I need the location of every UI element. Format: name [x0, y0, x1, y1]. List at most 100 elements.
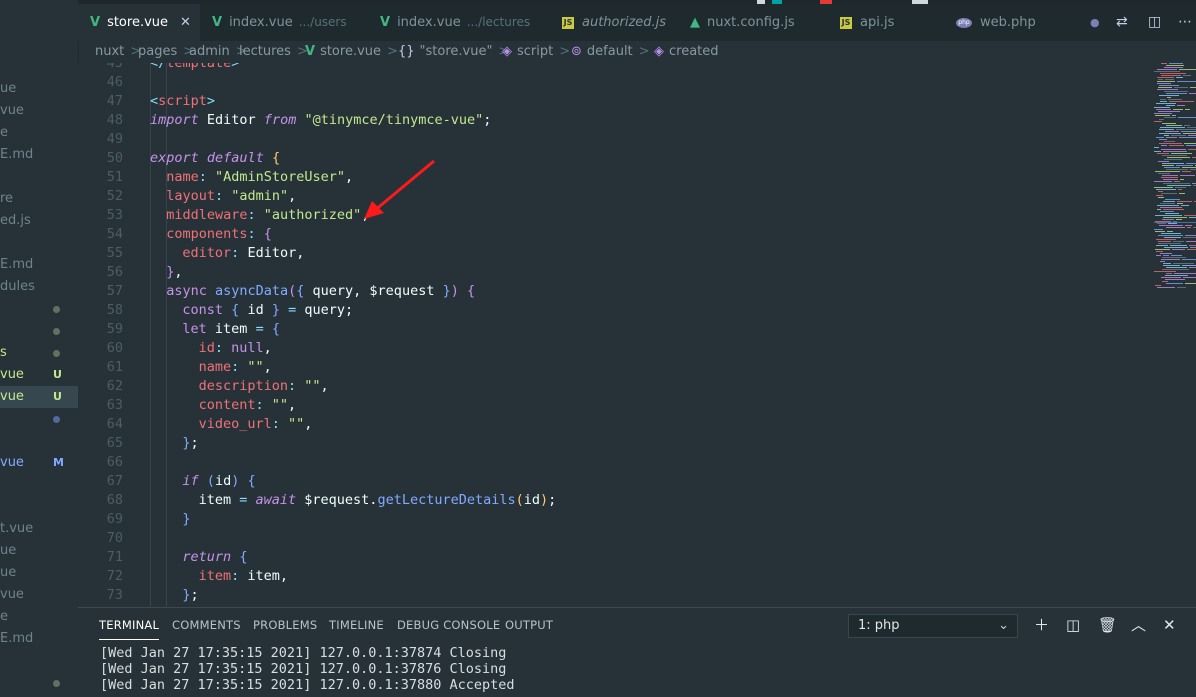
panel-tab[interactable]: DEBUG CONSOLE: [397, 608, 500, 642]
code-token: :: [198, 169, 207, 185]
tab-label: store.vue: [107, 15, 169, 30]
code-token: }: [182, 511, 191, 527]
close-tab-icon[interactable]: ✕: [180, 15, 191, 30]
vue-icon: V: [212, 15, 223, 30]
sidebar-file-item[interactable]: vue: [0, 100, 78, 122]
panel-tab[interactable]: TERMINAL: [99, 608, 160, 642]
editor-tab[interactable]: Vindex.vue .../users: [200, 4, 368, 41]
code-text: return {: [182, 548, 247, 567]
sidebar-file-item[interactable]: [0, 408, 78, 430]
object-icon: ⊚: [571, 44, 582, 59]
editor-tab[interactable]: JS api.js: [828, 4, 944, 41]
trash-icon[interactable]: 🗑: [1098, 608, 1117, 642]
tab-label: index.vue: [229, 15, 293, 30]
line-number: 48: [106, 112, 123, 128]
sidebar-file-item[interactable]: [0, 320, 78, 342]
sidebar-file-item[interactable]: t.vue: [0, 518, 78, 540]
code-text: };: [182, 586, 198, 605]
sidebar-file-item[interactable]: [0, 672, 78, 694]
split-editor-icon[interactable]: ◫: [1148, 4, 1161, 41]
breadcrumb-item[interactable]: Vstore.vue >: [305, 41, 404, 63]
code-token: ): [450, 283, 459, 299]
sidebar-file-item[interactable]: E.md: [0, 144, 78, 166]
sidebar-file-item[interactable]: E.md: [0, 254, 78, 276]
code-line: 45 </template>: [78, 63, 1078, 73]
code-text: },: [166, 263, 182, 282]
code-token: item: [198, 492, 240, 508]
code-line: 52 layout: "admin",: [78, 187, 1078, 206]
sidebar-file-item[interactable]: vue U: [0, 386, 78, 408]
more-actions-icon[interactable]: ⋯: [1178, 4, 1192, 41]
terminal-select[interactable]: 1: php ⌄: [848, 614, 1018, 638]
code-text: }: [182, 510, 190, 529]
panel-tab[interactable]: OUTPUT: [505, 608, 553, 642]
sidebar-file-item[interactable]: vue U: [0, 364, 78, 386]
close-icon[interactable]: ✕: [1163, 608, 1176, 642]
breadcrumb-item[interactable]: ⊚ default >: [571, 41, 656, 63]
sidebar-file-item[interactable]: dules: [0, 276, 78, 298]
code-token: :: [214, 340, 223, 356]
new-terminal-icon[interactable]: ＋: [1034, 608, 1049, 642]
code-token: }: [182, 435, 191, 451]
sidebar-file-item[interactable]: re: [0, 188, 78, 210]
sidebar-file-item[interactable]: e: [0, 122, 78, 144]
sidebar-file-item[interactable]: s: [0, 342, 78, 364]
sidebar-file-item[interactable]: ue: [0, 540, 78, 562]
line-number: 51: [106, 169, 123, 185]
minimap[interactable]: [1150, 63, 1196, 607]
breadcrumb-label: "store.vue": [419, 44, 493, 59]
sidebar-file-name: vue: [0, 587, 24, 602]
panel-tab[interactable]: PROBLEMS: [253, 608, 317, 642]
line-number: 62: [106, 378, 123, 394]
editor-tab[interactable]: php web.php: [944, 4, 1072, 41]
editor-tab[interactable]: ▲ nuxt.config.js: [678, 4, 828, 41]
sidebar-file-name: ue: [0, 81, 17, 96]
sidebar-file-item[interactable]: e: [0, 606, 78, 628]
chevron-up-icon[interactable]: ︿: [1131, 608, 1146, 642]
sidebar-file-item[interactable]: [0, 298, 78, 320]
sidebar-file-item[interactable]: ed.js: [0, 210, 78, 232]
sidebar-file-item[interactable]: vue: [0, 584, 78, 606]
code-token: </: [150, 63, 167, 71]
code-token: name: [198, 359, 232, 375]
code-token: await: [255, 492, 297, 508]
code-token: null: [231, 340, 264, 356]
editor-tab[interactable]: Vindex.vue .../lectures: [368, 4, 550, 41]
js-icon: JS: [562, 16, 574, 29]
split-terminal-icon[interactable]: ◫: [1066, 608, 1080, 642]
breadcrumb-separator-icon: >: [638, 44, 650, 59]
code-token: "": [288, 416, 305, 432]
breadcrumb-label: store.vue: [320, 44, 382, 59]
code-line: 69}: [78, 510, 1078, 529]
code-token: {: [263, 226, 272, 242]
php-icon[interactable]: ●: [1090, 4, 1100, 41]
code-token: }: [182, 587, 191, 603]
sidebar-file-item[interactable]: ue: [0, 562, 78, 584]
code-token: ): [540, 492, 549, 508]
breadcrumb-item[interactable]: lectures >: [239, 41, 314, 63]
cube-icon: ◈: [502, 44, 512, 59]
vue-icon: V: [380, 15, 391, 30]
tab-label: index.vue: [397, 15, 461, 30]
code-token: :: [247, 207, 256, 223]
breadcrumb-item[interactable]: {} "store.vue" >: [398, 41, 515, 63]
editor-tab[interactable]: JS authorized.js: [550, 4, 678, 41]
panel-tab[interactable]: TIMELINE: [329, 608, 384, 642]
panel-tab[interactable]: COMMENTS: [172, 608, 241, 642]
sidebar-file-item[interactable]: vue M: [0, 452, 78, 474]
editor-tab[interactable]: Vstore.vue ✕: [78, 4, 200, 41]
code-token: "": [304, 378, 321, 394]
breadcrumb-item[interactable]: ◈ created: [654, 41, 719, 63]
code-line: 59 let item = {: [78, 320, 1078, 339]
sidebar-file-item[interactable]: E.md: [0, 628, 78, 650]
breadcrumb-item[interactable]: ◈ script >: [502, 41, 576, 63]
compare-changes-icon[interactable]: ⇄: [1116, 4, 1128, 41]
code-line: 55 editor: Editor,: [78, 244, 1078, 263]
code-text: async asyncData({ query, $request }) {: [166, 282, 475, 301]
terminal-output[interactable]: [Wed Jan 27 17:35:15 2021] 127.0.0.1:378…: [100, 645, 515, 693]
code-editor[interactable]: 45 </template> 46 47 <script> 48 import Editor…: [78, 63, 1196, 607]
sidebar-file-item[interactable]: ue: [0, 78, 78, 100]
code-token: default: [206, 150, 264, 166]
